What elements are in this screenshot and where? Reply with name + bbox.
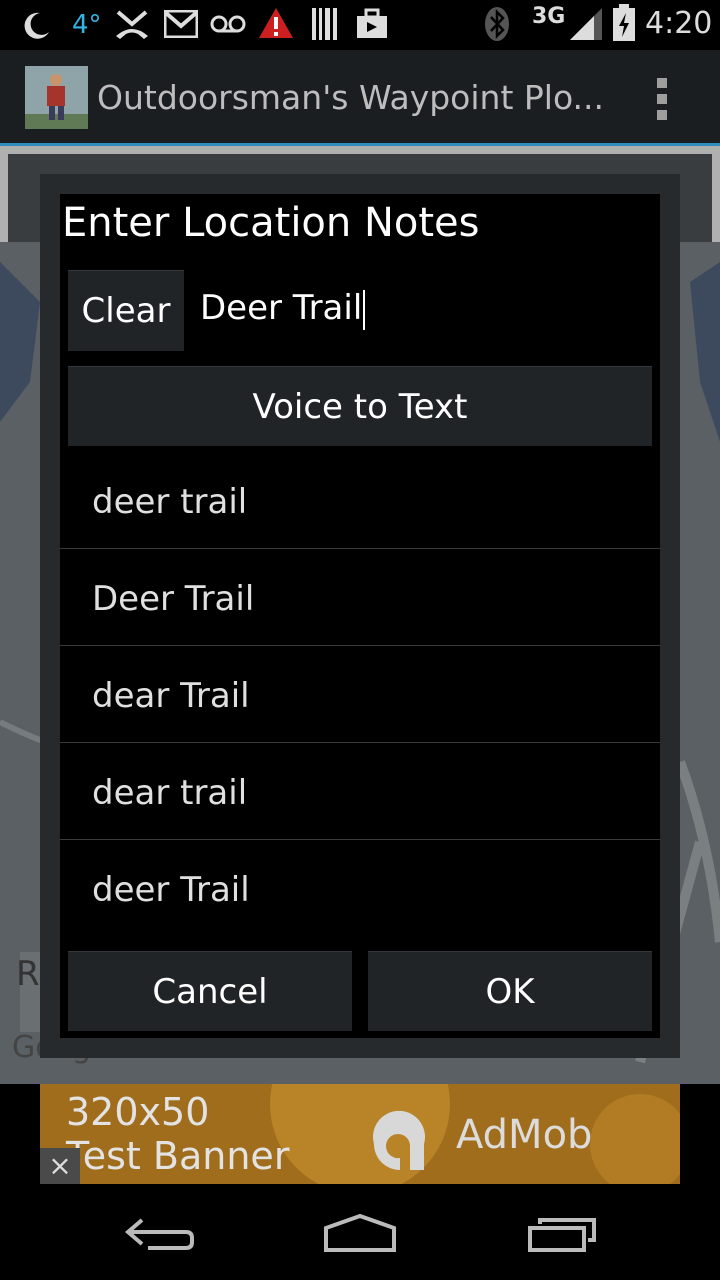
location-notes-value: Deer Trail [200, 288, 363, 328]
suggestion-list: deer trail Deer Trail dear Trail dear tr… [60, 452, 660, 937]
text-cursor [363, 289, 366, 330]
moon-icon [24, 12, 49, 39]
status-bar: 4° 3G 4:20 [0, 0, 720, 50]
recent-apps-icon[interactable] [526, 1214, 600, 1254]
voicemail-icon [210, 15, 246, 33]
battery-icon [613, 4, 635, 41]
map-label: R [16, 954, 40, 994]
network-type-text: 3G [532, 4, 566, 29]
briefcase-icon [357, 8, 387, 38]
suggestion-item[interactable]: deer Trail [60, 840, 660, 937]
location-notes-dialog: Enter Location Notes Clear Deer Trail Vo… [60, 194, 660, 1038]
suggestion-item[interactable]: dear Trail [60, 646, 660, 743]
warning-icon [259, 8, 293, 38]
ad-close-button[interactable]: × [40, 1148, 80, 1184]
missed-call-icon [116, 10, 148, 39]
bluetooth-icon [485, 7, 509, 41]
ok-button[interactable]: OK [368, 951, 652, 1031]
ad-banner-text: Test Banner [66, 1134, 290, 1178]
suggestion-item[interactable]: Deer Trail [60, 549, 660, 646]
suggestion-item[interactable]: dear trail [60, 743, 660, 840]
app-title: Outdoorsman's Waypoint Plo... [97, 78, 605, 117]
back-icon[interactable] [124, 1214, 196, 1254]
signal-icon [570, 8, 602, 40]
action-bar: Outdoorsman's Waypoint Plo... [0, 50, 720, 146]
app-logo-icon[interactable] [25, 66, 88, 129]
gmail-icon [164, 10, 198, 38]
ad-banner[interactable]: 320x50 Test Banner AdMob × [40, 1084, 680, 1184]
suggestion-item[interactable]: deer trail [60, 452, 660, 549]
clear-button[interactable]: Clear [68, 270, 184, 351]
temperature-text: 4° [72, 10, 102, 40]
barcode-icon [312, 8, 337, 40]
navigation-bar [0, 1184, 720, 1280]
ad-size-text: 320x50 [66, 1090, 210, 1134]
clock-text: 4:20 [645, 6, 713, 41]
cancel-button[interactable]: Cancel [68, 951, 352, 1031]
dialog-title: Enter Location Notes [62, 200, 480, 246]
voice-to-text-button[interactable]: Voice to Text [68, 366, 652, 446]
location-notes-input[interactable]: Deer Trail [200, 288, 640, 338]
home-icon[interactable] [322, 1212, 398, 1254]
overflow-menu-icon[interactable] [657, 78, 669, 122]
ad-text: 320x50 Test Banner [66, 1090, 289, 1178]
admob-brand-text: AdMob [456, 1112, 593, 1158]
